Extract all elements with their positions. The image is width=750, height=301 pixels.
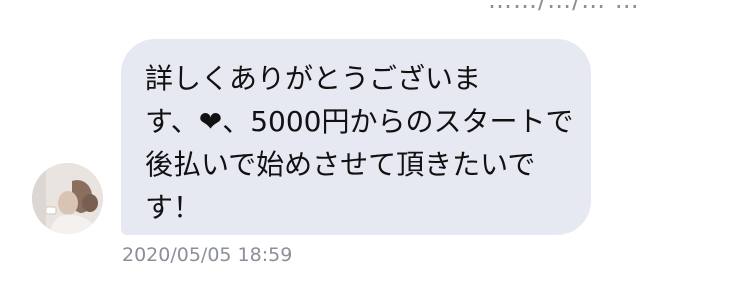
message-line-2-start: す、 [145, 105, 199, 138]
message-line-4: す！ [145, 191, 202, 224]
heart-icon: ❤ [198, 105, 223, 138]
message-line-1: 詳しくありがとうございま [145, 62, 482, 95]
message-line-2-end: 、5000円からのスタートで [222, 105, 574, 138]
message-line-2: す、❤、5000円からのスタートで [145, 100, 574, 143]
person-photo-icon [32, 163, 103, 234]
message-timestamp: 2020/05/05 18:59 [122, 244, 293, 266]
avatar[interactable] [32, 163, 103, 234]
message-line-3: 後払いで始めさせて頂きたいで [145, 148, 536, 181]
message-bubble[interactable]: 詳しくありがとうございま す、❤、5000円からのスタートで 後払いで始めさせて… [121, 39, 591, 235]
previous-timestamp-cut: ……/…/… … [488, 0, 640, 14]
